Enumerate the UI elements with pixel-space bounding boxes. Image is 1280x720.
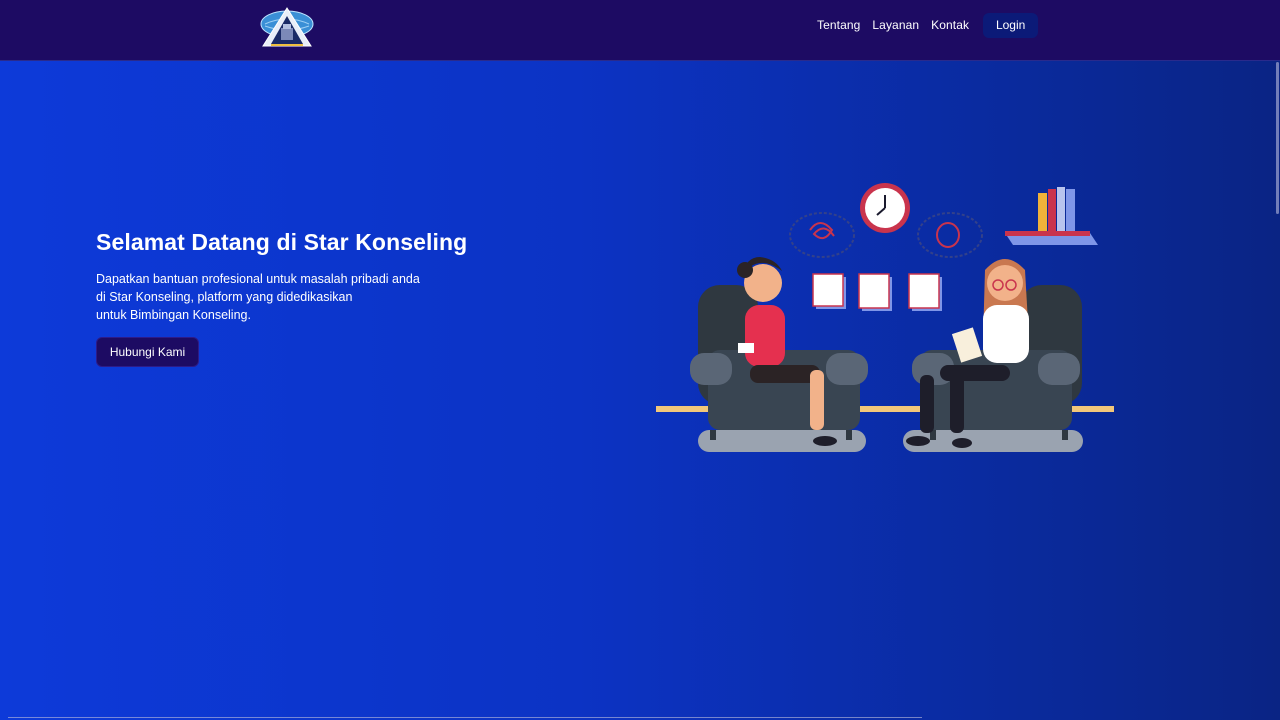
- nav-link-layanan[interactable]: Layanan: [872, 18, 919, 32]
- hero-description-line: Dapatkan bantuan profesional untuk masal…: [96, 272, 420, 286]
- divider: [8, 717, 922, 718]
- nav-link-kontak[interactable]: Kontak: [931, 18, 969, 32]
- login-button[interactable]: Login: [983, 12, 1039, 38]
- hero-description-line: untuk Bimbingan Konseling.: [96, 308, 251, 322]
- nav-links: Tentang Layanan Kontak Login: [811, 12, 1039, 38]
- navbar: Tentang Layanan Kontak Login: [0, 0, 1280, 61]
- scrollbar-thumb[interactable]: [1276, 62, 1279, 214]
- nav-link-tentang[interactable]: Tentang: [817, 18, 860, 32]
- page-scrollbar[interactable]: [1276, 62, 1280, 720]
- contact-us-button[interactable]: Hubungi Kami: [96, 337, 199, 367]
- hero-description: Dapatkan bantuan profesional untuk masal…: [96, 270, 456, 324]
- logo-icon[interactable]: [259, 6, 315, 48]
- hero-title: Selamat Datang di Star Konseling: [96, 229, 468, 255]
- counseling-session-illustration: [656, 183, 1114, 452]
- hero-description-line: di Star Konseling, platform yang didedik…: [96, 290, 353, 304]
